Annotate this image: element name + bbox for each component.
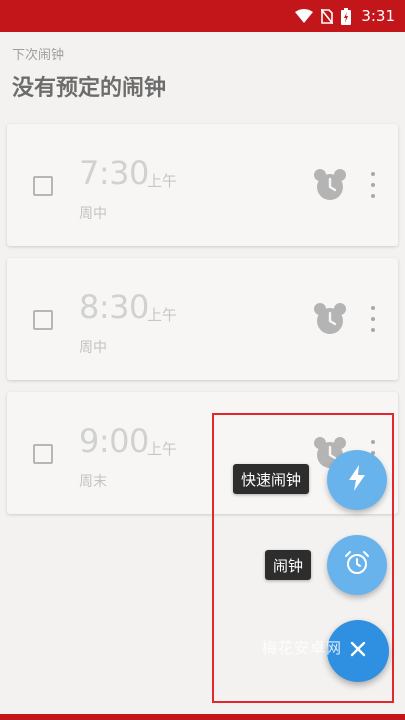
alarm-label[interactable]: 闹钟 bbox=[265, 550, 312, 580]
no-sim-icon bbox=[321, 8, 334, 24]
battery-icon bbox=[341, 7, 352, 25]
status-time: 3:31 bbox=[361, 7, 395, 25]
quick-alarm-button[interactable] bbox=[327, 450, 387, 510]
add-alarm-button[interactable] bbox=[327, 535, 387, 595]
watermark-text: 梅花安卓网 bbox=[262, 639, 343, 657]
status-bar: 3:31 bbox=[0, 0, 405, 32]
bottom-bar bbox=[0, 714, 405, 720]
close-icon bbox=[350, 641, 366, 661]
wifi-icon bbox=[295, 9, 314, 23]
alarm-clock-outline-icon bbox=[344, 550, 370, 580]
lightning-icon bbox=[346, 464, 368, 496]
quick-alarm-label[interactable]: 快速闹钟 bbox=[233, 464, 310, 494]
